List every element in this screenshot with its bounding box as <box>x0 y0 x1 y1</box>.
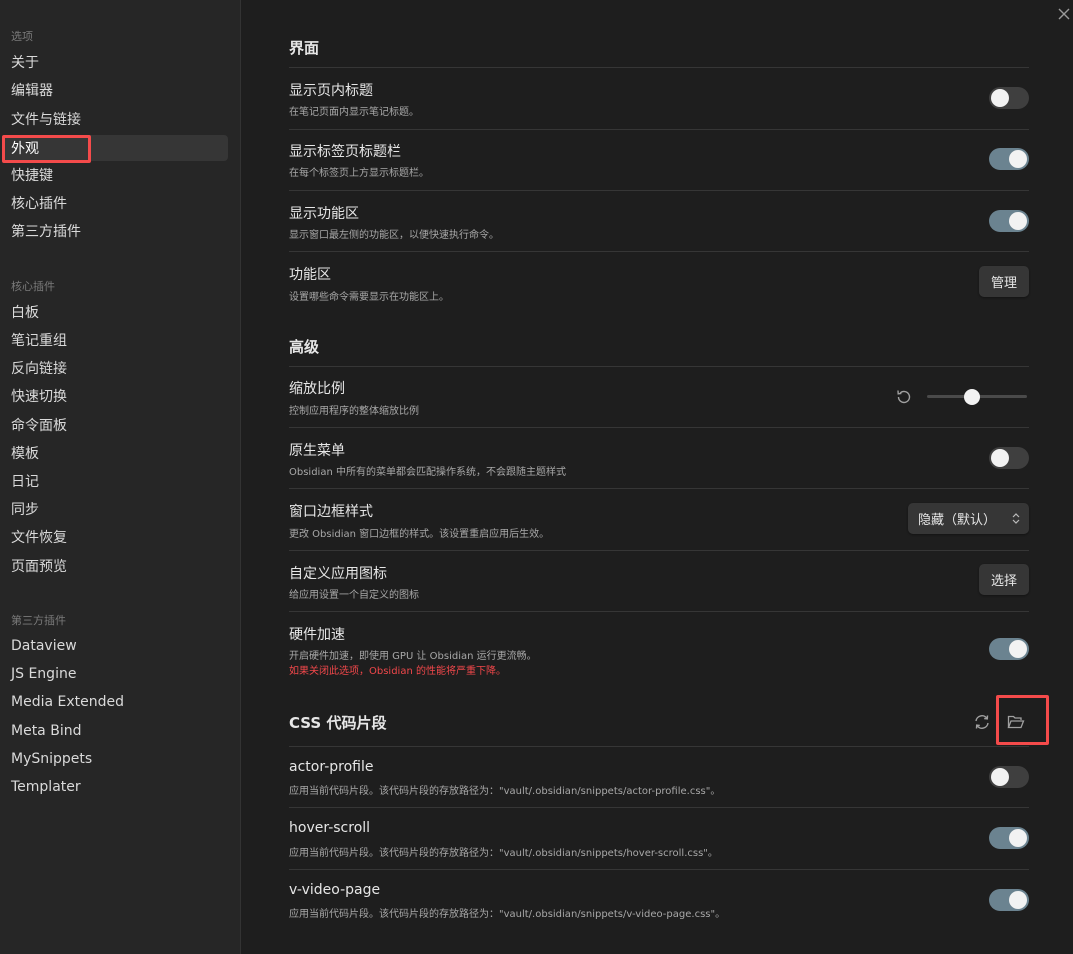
sidebar-item-page-preview[interactable]: 页面预览 <box>3 553 228 579</box>
reload-icon[interactable] <box>972 712 992 732</box>
sidebar-item-file-recovery[interactable]: 文件恢复 <box>3 524 228 550</box>
zoom-slider-thumb[interactable] <box>964 389 980 405</box>
sidebar-item-hotkeys[interactable]: 快捷键 <box>3 162 228 188</box>
section-title-css-snippets: CSS 代码片段 <box>289 714 387 732</box>
sidebar-item-community-plugins[interactable]: 第三方插件 <box>3 218 228 244</box>
section-title-interface: 界面 <box>289 39 320 57</box>
sidebar-item-about[interactable]: 关于 <box>3 49 228 75</box>
divider <box>289 67 1029 68</box>
divider <box>289 129 1029 130</box>
sidebar-item-templates[interactable]: 模板 <box>3 440 228 466</box>
divider <box>289 488 1029 489</box>
section-title-advanced: 高级 <box>289 338 320 356</box>
close-icon[interactable] <box>1057 6 1073 22</box>
reset-icon[interactable] <box>894 387 914 407</box>
setting-name-custom-icon: 自定义应用图标 <box>289 566 387 582</box>
highlight-box-appearance <box>2 135 91 163</box>
toggle-snippet-actor-profile[interactable] <box>989 766 1029 788</box>
sidebar-group-third-party: 第三方插件 <box>11 614 66 627</box>
snippet-desc: 应用当前代码片段。该代码片段的存放路径为："vault/.obsidian/sn… <box>289 848 718 859</box>
sidebar-item-meta-bind[interactable]: Meta Bind <box>3 718 228 744</box>
sidebar-item-note-composer[interactable]: 笔记重组 <box>3 327 228 353</box>
divider <box>289 746 1029 747</box>
divider <box>289 251 1029 252</box>
setting-desc-show-ribbon: 显示窗口最左侧的功能区，以便快速执行命令。 <box>289 230 499 241</box>
frame-style-dropdown[interactable]: 隐藏（默认） <box>908 503 1029 534</box>
divider <box>289 427 1029 428</box>
snippet-desc: 应用当前代码片段。该代码片段的存放路径为："vault/.obsidian/sn… <box>289 786 721 797</box>
divider <box>289 550 1029 551</box>
setting-name-zoom: 缩放比例 <box>289 381 345 397</box>
sidebar-item-media-extended[interactable]: Media Extended <box>3 689 228 715</box>
setting-name-show-ribbon: 显示功能区 <box>289 206 359 222</box>
divider <box>289 807 1029 808</box>
clipped-header-text <box>420 0 650 4</box>
setting-desc-ribbon: 设置哪些命令需要显示在功能区上。 <box>289 292 449 303</box>
setting-desc-inline-title: 在笔记页面内显示笔记标题。 <box>289 107 419 118</box>
snippet-name: actor-profile <box>289 759 374 775</box>
sidebar-item-quick-switcher[interactable]: 快速切换 <box>3 383 228 409</box>
sidebar-item-files-links[interactable]: 文件与链接 <box>3 106 228 132</box>
setting-name-ribbon: 功能区 <box>289 267 331 283</box>
toggle-snippet-hover-scroll[interactable] <box>989 827 1029 849</box>
divider <box>289 611 1029 612</box>
toggle-native-menus[interactable] <box>989 447 1029 469</box>
setting-desc-custom-icon: 给应用设置一个自定义的图标 <box>289 590 419 601</box>
sidebar-item-editor[interactable]: 编辑器 <box>3 77 228 103</box>
sidebar-item-dataview[interactable]: Dataview <box>3 633 228 659</box>
setting-name-tab-title-bar: 显示标签页标题栏 <box>289 144 401 160</box>
snippet-desc: 应用当前代码片段。该代码片段的存放路径为："vault/.obsidian/sn… <box>289 909 726 920</box>
sidebar-item-core-plugins[interactable]: 核心插件 <box>3 190 228 216</box>
snippet-name: v-video-page <box>289 882 381 898</box>
toggle-tab-title-bar[interactable] <box>989 148 1029 170</box>
toggle-hardware-accel[interactable] <box>989 638 1029 660</box>
sidebar-group-core: 核心插件 <box>11 280 55 293</box>
setting-desc-native-menus: Obsidian 中所有的菜单都会匹配操作系统，不会跟随主题样式 <box>289 467 566 478</box>
setting-desc-frame-style: 更改 Obsidian 窗口边框的样式。该设置重启应用后生效。 <box>289 529 550 540</box>
highlight-box-folder <box>996 695 1049 745</box>
divider <box>289 190 1029 191</box>
setting-name-hardware-accel: 硬件加速 <box>289 627 345 643</box>
divider <box>289 869 1029 870</box>
manage-ribbon-button[interactable]: 管理 <box>979 266 1029 297</box>
sidebar-item-backlinks[interactable]: 反向链接 <box>3 355 228 381</box>
sidebar-item-daily-notes[interactable]: 日记 <box>3 468 228 494</box>
choose-icon-button[interactable]: 选择 <box>979 564 1029 595</box>
setting-desc-hardware-accel: 开启硬件加速，即使用 GPU 让 Obsidian 运行更流畅。 <box>289 651 537 662</box>
setting-name-frame-style: 窗口边框样式 <box>289 504 373 520</box>
setting-warning-hardware-accel: 如果关闭此选项，Obsidian 的性能将严重下降。 <box>289 666 506 677</box>
frame-style-value: 隐藏（默认） <box>918 513 997 528</box>
sidebar-item-canvas[interactable]: 白板 <box>3 299 228 325</box>
setting-name-native-menus: 原生菜单 <box>289 443 345 459</box>
toggle-inline-title[interactable] <box>989 87 1029 109</box>
snippet-name: hover-scroll <box>289 820 371 836</box>
sidebar-item-templater[interactable]: Templater <box>3 774 228 800</box>
chevron-up-down-icon <box>1012 513 1020 524</box>
divider <box>289 366 1029 367</box>
sidebar-group-options: 选项 <box>11 30 33 43</box>
sidebar-item-command-palette[interactable]: 命令面板 <box>3 412 228 438</box>
sidebar-item-sync[interactable]: 同步 <box>3 496 228 522</box>
setting-desc-zoom: 控制应用程序的整体缩放比例 <box>289 406 419 417</box>
sidebar-item-js-engine[interactable]: JS Engine <box>3 661 228 687</box>
setting-name-inline-title: 显示页内标题 <box>289 83 373 99</box>
toggle-snippet-v-video-page[interactable] <box>989 889 1029 911</box>
setting-desc-tab-title-bar: 在每个标签页上方显示标题栏。 <box>289 168 429 179</box>
sidebar-item-mysnippets[interactable]: MySnippets <box>3 746 228 772</box>
toggle-show-ribbon[interactable] <box>989 210 1029 232</box>
